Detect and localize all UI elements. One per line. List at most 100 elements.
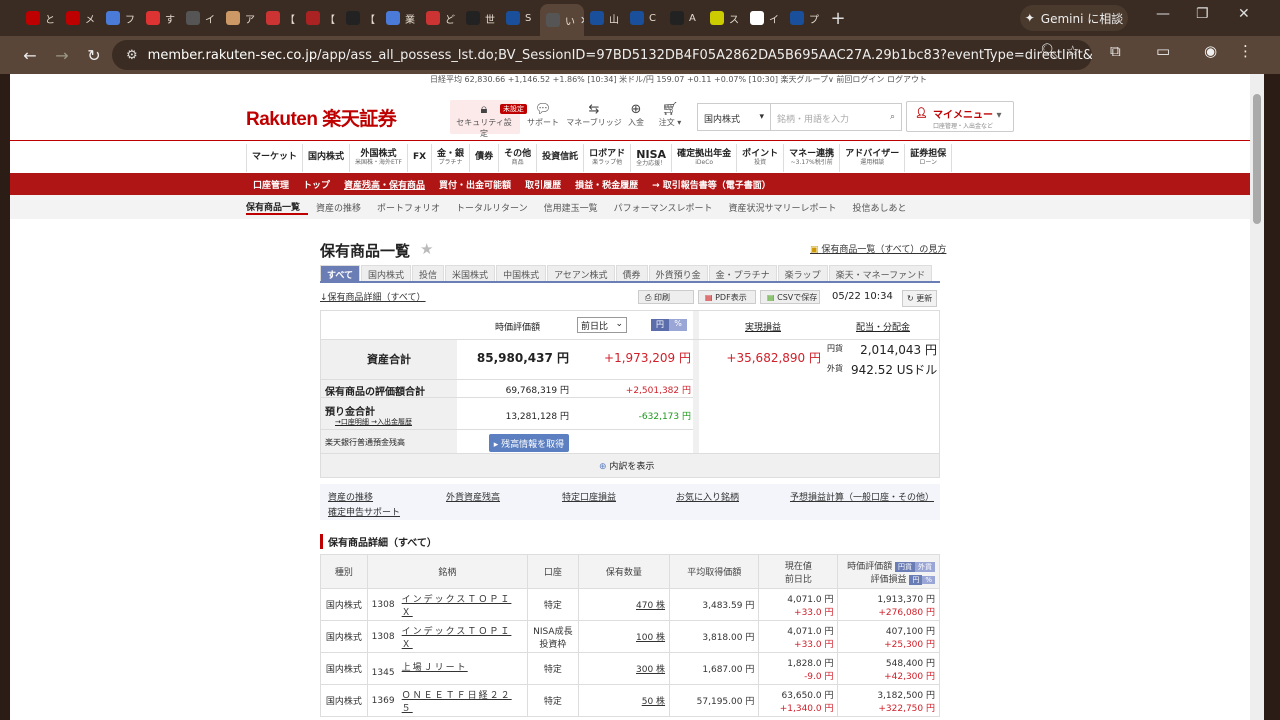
new-tab-icon[interactable]: + bbox=[824, 4, 852, 32]
asset-tab[interactable]: 米国株式 bbox=[445, 265, 496, 281]
asset-tab[interactable]: 金・プラチナ bbox=[708, 265, 777, 281]
quantity-link[interactable]: 470 株 bbox=[636, 601, 665, 611]
asset-tab[interactable]: 中国株式 bbox=[496, 265, 547, 281]
restore-icon[interactable]: ❐ bbox=[1196, 6, 1209, 22]
browser-tab[interactable]: イ bbox=[744, 4, 784, 32]
scrollbar-thumb[interactable] bbox=[1253, 94, 1261, 224]
security-link[interactable]: 上場Ｊリート bbox=[402, 660, 512, 673]
pdf-button[interactable]: ▤ PDF表示 bbox=[698, 290, 756, 304]
browser-tab[interactable]: 山 bbox=[584, 4, 624, 32]
search-input[interactable]: 銘柄・用語を入力 ⌕ bbox=[770, 103, 902, 131]
holdings-detail-link[interactable]: ↓保有商品詳細（すべて） bbox=[320, 290, 426, 303]
browser-tab[interactable]: 【 bbox=[340, 4, 380, 32]
link-fx-balance[interactable]: 外貨資産残高 bbox=[446, 490, 500, 503]
browser-tab[interactable]: す bbox=[140, 4, 180, 32]
asset-tab[interactable]: 国内株式 bbox=[361, 265, 412, 281]
print-button[interactable]: ⎙ 印刷 bbox=[638, 290, 694, 304]
account-nav-item[interactable]: トップ bbox=[296, 178, 337, 191]
browser-tab[interactable]: ど bbox=[420, 4, 460, 32]
main-nav-item[interactable]: 投資信託 bbox=[537, 144, 585, 172]
security-link[interactable]: ＯＮＥＥＴＦ日経２２５ bbox=[402, 688, 512, 714]
search-icon[interactable]: ⌕ bbox=[890, 112, 895, 122]
browser-tab[interactable]: A bbox=[664, 4, 704, 32]
cast-icon[interactable]: ▭ bbox=[1156, 42, 1170, 60]
compare-select[interactable]: 前日比 ⌄ bbox=[577, 317, 627, 333]
main-nav-item[interactable]: 債券 bbox=[470, 144, 500, 172]
subnav-item[interactable]: 資産の推移 bbox=[316, 201, 369, 214]
extensions-icon[interactable]: ⧉ bbox=[1110, 42, 1121, 60]
subnav-item[interactable]: 資産状況サマリーレポート bbox=[728, 201, 844, 214]
main-nav-item[interactable]: ポイント 投資 bbox=[737, 144, 785, 172]
rakuten-logo[interactable]: Rakuten 楽天証券 bbox=[246, 104, 397, 131]
profile-avatar[interactable]: ◉ bbox=[1204, 42, 1217, 60]
security-link[interactable]: インデックスＴＯＰＩＸ bbox=[402, 624, 512, 650]
main-nav-item[interactable]: 外国株式 米国株・海外ETF bbox=[350, 144, 408, 172]
page-scrollbar[interactable] bbox=[1250, 74, 1264, 720]
account-nav-item[interactable]: → 取引報告書等（電子書面） bbox=[645, 178, 778, 191]
browser-tab[interactable]: 【 bbox=[260, 4, 300, 32]
main-nav-item[interactable]: マーケット bbox=[247, 144, 304, 172]
main-nav-item[interactable]: 確定拠出年金 iDeCo bbox=[672, 144, 738, 172]
subnav-item[interactable]: 信用建玉一覧 bbox=[544, 201, 606, 214]
browser-tab[interactable]: イ bbox=[180, 4, 220, 32]
link-tax-return[interactable]: 確定申告サポート bbox=[328, 505, 400, 518]
subnav-item[interactable]: 保有商品一覧 bbox=[246, 200, 309, 215]
close-window-icon[interactable]: ✕ bbox=[1238, 6, 1250, 22]
minimize-icon[interactable]: — bbox=[1156, 6, 1170, 22]
account-nav-item[interactable]: 買付・出金可能額 bbox=[432, 178, 518, 191]
dividend-header[interactable]: 配当・分配金 bbox=[856, 320, 910, 333]
browser-tab[interactable]: フ bbox=[100, 4, 140, 32]
get-bank-balance-button[interactable]: ▸ 残高情報を取得 bbox=[489, 434, 569, 452]
main-nav-item[interactable]: NISA 全力応援！ bbox=[631, 144, 673, 172]
browser-tab[interactable]: C bbox=[624, 4, 664, 32]
quantity-link[interactable]: 300 株 bbox=[636, 665, 665, 675]
link-pl-calc[interactable]: 予想損益計算（一般口座・その他） bbox=[790, 490, 934, 503]
asset-tab[interactable]: 投信 bbox=[412, 265, 445, 281]
back-icon[interactable]: ← bbox=[14, 39, 46, 71]
search-type-select[interactable]: 国内株式 ▾ bbox=[697, 103, 771, 131]
forward-icon[interactable]: → bbox=[46, 39, 78, 71]
asset-tab[interactable]: 外貨預り金 bbox=[648, 265, 708, 281]
subnav-item[interactable]: ポートフォリオ bbox=[377, 201, 448, 214]
account-nav-item[interactable]: 取引履歴 bbox=[518, 178, 568, 191]
main-nav-item[interactable]: FX bbox=[408, 144, 433, 172]
favorite-star-icon[interactable]: ★ bbox=[420, 240, 433, 258]
asset-tab[interactable]: アセアン株式 bbox=[547, 265, 615, 281]
browser-tab[interactable]: S bbox=[500, 4, 540, 32]
link-favorites[interactable]: お気に入り銘柄 bbox=[676, 490, 739, 503]
browser-tab[interactable]: い✕ bbox=[540, 4, 584, 36]
main-nav-item[interactable]: 金・銀 プラチナ bbox=[432, 144, 471, 172]
asset-tab[interactable]: 楽ラップ bbox=[777, 265, 828, 281]
yen-toggle[interactable]: 円 bbox=[651, 319, 669, 331]
main-nav-item[interactable]: アドバイザー 運用相談 bbox=[840, 144, 906, 172]
browser-tab[interactable]: ア bbox=[220, 4, 260, 32]
url-field[interactable]: ⚙ member.rakuten-sec.co.jp/app/ass_all_p… bbox=[112, 40, 1092, 70]
link-specific-account-pl[interactable]: 特定口座損益 bbox=[562, 490, 616, 503]
asset-tab[interactable]: すべて bbox=[320, 265, 361, 281]
support-button[interactable]: 💬︎ サポート bbox=[515, 102, 571, 128]
show-breakdown-button[interactable]: ⊕ 内訳を表示 bbox=[599, 459, 654, 472]
realized-header[interactable]: 実現損益 bbox=[745, 320, 781, 333]
main-nav-item[interactable]: 国内株式 bbox=[303, 144, 351, 172]
menu-kebab-icon[interactable]: ⋮ bbox=[1238, 42, 1253, 60]
account-nav-item[interactable]: 損益・税金履歴 bbox=[568, 178, 645, 191]
deposit-links[interactable]: →口座明細 →入出金履歴 bbox=[335, 417, 412, 427]
percent-toggle[interactable]: % bbox=[669, 319, 687, 331]
browser-tab[interactable]: 【 bbox=[300, 4, 340, 32]
quantity-link[interactable]: 50 株 bbox=[642, 697, 665, 707]
browser-tab[interactable]: ス bbox=[704, 4, 744, 32]
my-menu-button[interactable]: 👤︎ マイメニュー ▾ 口座管理・入出金など bbox=[906, 101, 1014, 132]
main-nav-item[interactable]: 証券担保 ローン bbox=[905, 144, 953, 172]
site-info-icon[interactable]: ⚙ bbox=[126, 48, 138, 63]
browser-tab[interactable]: 業 bbox=[380, 4, 420, 32]
account-nav-item[interactable]: 口座管理 bbox=[246, 178, 296, 191]
yen-toggle-small[interactable]: 円 bbox=[909, 574, 923, 585]
order-button[interactable]: 🛒︎ 注文 ▾ bbox=[642, 102, 698, 128]
fx-toggle-small[interactable]: 外貨 bbox=[915, 561, 935, 572]
browser-tab[interactable]: メ bbox=[60, 4, 100, 32]
subnav-item[interactable]: トータルリターン bbox=[456, 201, 536, 214]
account-nav-item[interactable]: 資産残高・保有商品 bbox=[337, 178, 432, 191]
asset-tab[interactable]: 債券 bbox=[615, 265, 648, 281]
howto-link[interactable]: ▣ 保有商品一覧（すべて）の見方 bbox=[810, 242, 946, 255]
main-nav-item[interactable]: ロボアド 楽ラップ他 bbox=[584, 144, 632, 172]
